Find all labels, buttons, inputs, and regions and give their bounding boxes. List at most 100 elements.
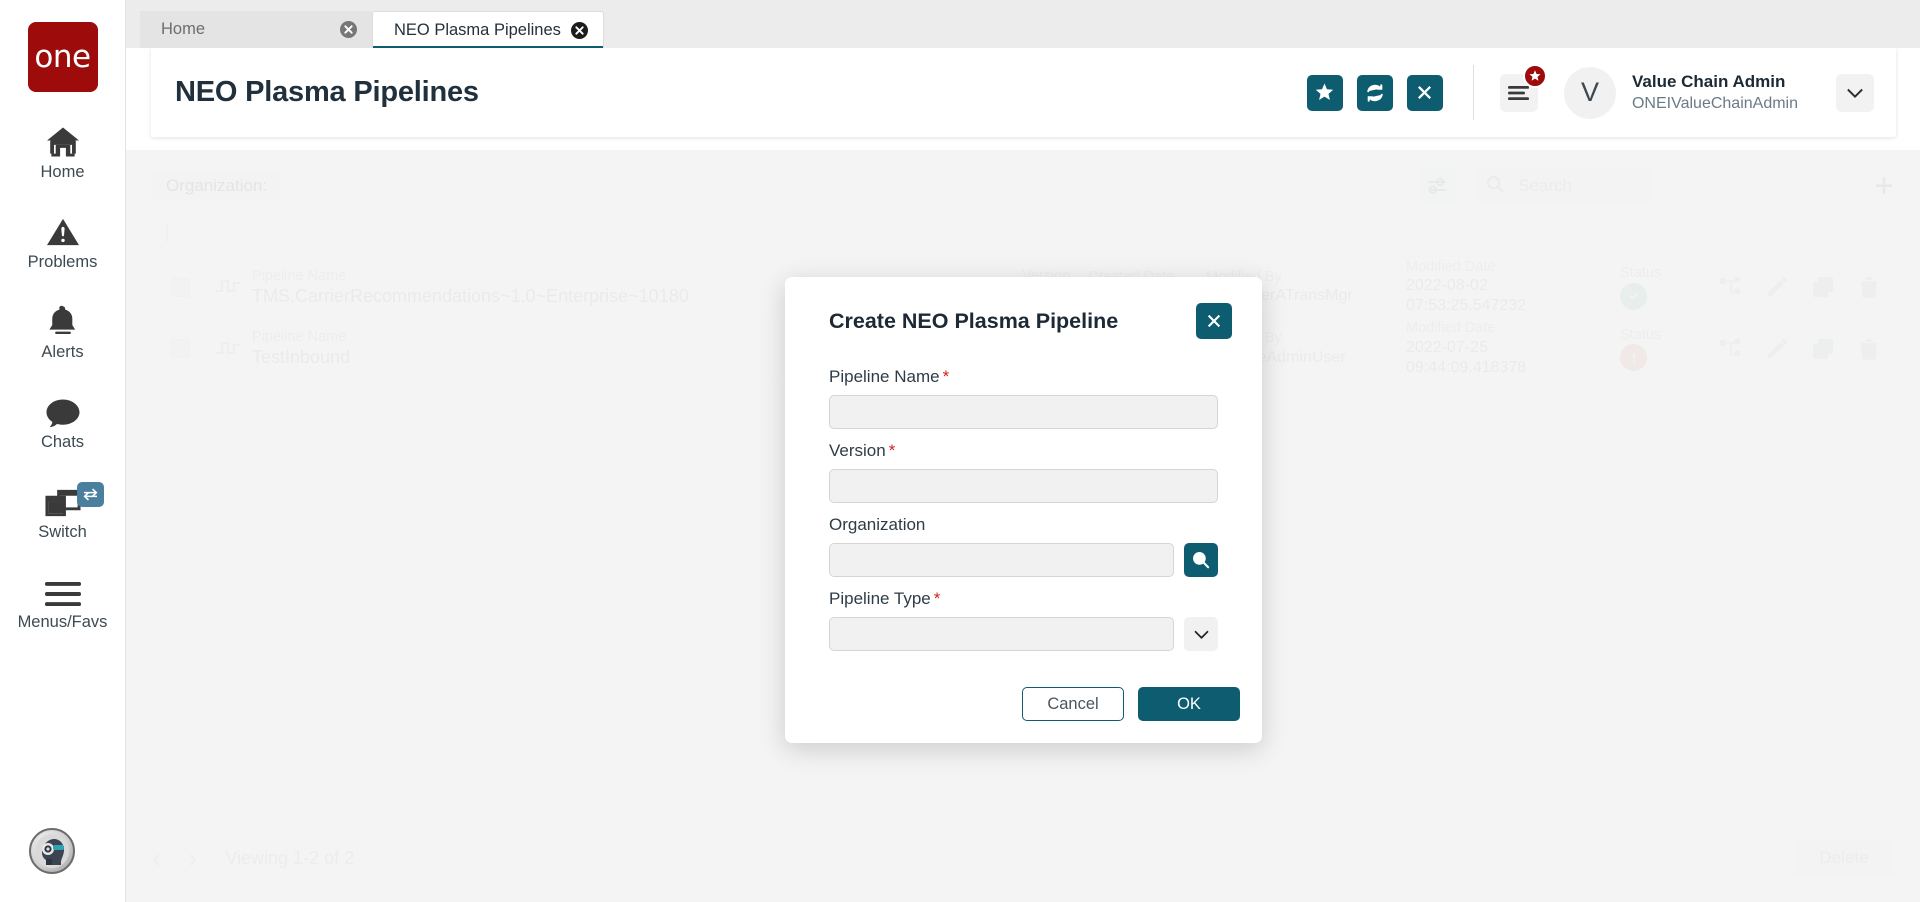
bell-icon [47,298,79,338]
warning-triangle-icon [45,208,81,248]
copy-icon[interactable] [1800,338,1846,360]
organization-input[interactable] [829,543,1174,577]
column-header-status: Status [1620,264,1661,282]
dialog-header: Create NEO Plasma Pipeline [785,277,1262,343]
table-footer: ‹ › Viewing 1-2 of 2 Delete [152,838,1894,878]
organization-search-icon[interactable] [1184,543,1218,577]
sidebar-item-problems[interactable]: Problems [0,208,126,272]
close-page-button[interactable] [1407,75,1443,111]
sidebar-item-label: Menus/Favs [18,613,108,632]
sidebar-item-label: Chats [41,433,84,452]
flow-nodes-icon[interactable] [1708,276,1754,298]
column-header-status: Status [1620,326,1661,344]
tab-strip: Home NEO Plasma Pipelines [126,0,1920,48]
field-pipeline-type: Pipeline Type* [829,589,1218,651]
header-actions: V Value Chain Admin ONEIValueChainAdmin [1293,65,1874,120]
field-version: Version* [829,441,1218,503]
avatar[interactable]: V [1564,67,1616,119]
copy-icon[interactable] [1800,276,1846,298]
required-marker: * [934,589,941,608]
swap-arrows-icon[interactable] [77,482,104,507]
column-header-modified-date: Modified Date [1406,258,1606,276]
one-logo: one [28,22,98,92]
menus-favs-button[interactable] [1500,74,1538,112]
row-select-checkbox[interactable] [171,339,190,358]
dialog-close-button[interactable] [1196,303,1232,339]
tab-neo-plasma-pipelines[interactable]: NEO Plasma Pipelines [372,11,604,48]
edit-pencil-icon[interactable] [1754,338,1800,360]
pagination-summary: Viewing 1-2 of 2 [225,848,354,869]
ok-button[interactable]: OK [1138,687,1240,721]
search-input[interactable]: Search [1474,167,1852,205]
trash-icon[interactable] [1846,338,1892,360]
sidebar-item-home[interactable]: Home [0,118,126,182]
required-marker: * [943,367,950,386]
user-menu-chevron-down-icon[interactable] [1836,74,1874,112]
create-pipeline-dialog: Create NEO Plasma Pipeline Pipeline Name… [785,277,1262,743]
hamburger-icon [45,568,81,608]
left-nav-rail: one Home Problems Alerts Chats [0,0,126,902]
field-label: Pipeline Type* [829,589,1218,609]
search-placeholder: Search [1518,176,1572,196]
flow-nodes-icon[interactable] [1708,338,1754,360]
field-organization: Organization [829,515,1218,577]
version-input[interactable] [829,469,1218,503]
error-circle-icon [1620,344,1647,371]
table-header-row [152,212,1894,256]
search-icon [1486,175,1504,198]
app-root: one Home Problems Alerts Chats [0,0,1920,902]
page-header: NEO Plasma Pipelines V Value Chain Admin [151,48,1896,137]
organization-filter-label[interactable]: Organization: [152,171,281,201]
filter-toolbar: Organization: Search + [152,160,1894,212]
row-select-checkbox[interactable] [171,278,190,297]
sidebar-item-switch[interactable]: Switch [0,478,126,542]
select-all-checkbox[interactable] [166,223,168,242]
chevron-right-icon[interactable]: › [189,843,198,874]
field-label: Organization [829,515,1218,535]
required-marker: * [889,441,896,460]
user-name: Value Chain Admin [1632,71,1798,93]
page-title: NEO Plasma Pipelines [175,76,479,109]
pipeline-name-input[interactable] [829,395,1218,429]
sliders-icon[interactable] [1418,167,1456,205]
field-pipeline-name: Pipeline Name* [829,367,1218,429]
dialog-title: Create NEO Plasma Pipeline [829,309,1118,334]
tab-label: Home [161,20,205,39]
plus-icon[interactable]: + [1874,169,1894,203]
field-label-text: Pipeline Type [829,589,931,608]
sidebar-item-label: Switch [38,523,87,542]
cell-modified-date: 2022-08-02 07:53:25.547232 [1406,276,1606,316]
tab-home[interactable]: Home [140,11,372,48]
refresh-button[interactable] [1357,75,1393,111]
sidebar-item-label: Home [40,163,84,182]
favorite-button[interactable] [1307,75,1343,111]
pipeline-flow-icon [204,275,252,299]
chevron-left-icon[interactable]: ‹ [152,843,161,874]
sidebar-item-chats[interactable]: Chats [0,388,126,452]
sidebar-item-menus-favs[interactable]: Menus/Favs [0,568,126,632]
pipeline-type-chevron-down-icon[interactable] [1184,617,1218,651]
cancel-button[interactable]: Cancel [1022,687,1124,721]
pipeline-flow-icon [204,337,252,361]
column-header-modified-date: Modified Date [1406,319,1606,337]
cell-modified-date: 2022-07-25 09:44:09.418378 [1406,338,1606,378]
close-circle-icon[interactable] [570,21,589,40]
windows-stack-icon [44,478,82,518]
star-icon [1523,64,1547,88]
tab-label: NEO Plasma Pipelines [394,21,561,40]
field-label: Version* [829,441,1218,461]
sidebar-item-label: Problems [28,253,98,272]
check-circle-icon [1620,283,1647,310]
trash-icon[interactable] [1846,276,1892,298]
ai-assistant-avatar-icon[interactable] [29,828,75,874]
sidebar-item-label: Alerts [41,343,83,362]
dialog-body: Pipeline Name* Version* Organization [785,343,1262,651]
field-label-text: Version [829,441,886,460]
close-circle-icon[interactable] [339,20,358,39]
chat-bubble-icon [45,388,81,428]
delete-button[interactable]: Delete [1794,840,1894,876]
user-username: ONEIValueChainAdmin [1632,93,1798,114]
edit-pencil-icon[interactable] [1754,276,1800,298]
pipeline-type-input[interactable] [829,617,1174,651]
sidebar-item-alerts[interactable]: Alerts [0,298,126,362]
